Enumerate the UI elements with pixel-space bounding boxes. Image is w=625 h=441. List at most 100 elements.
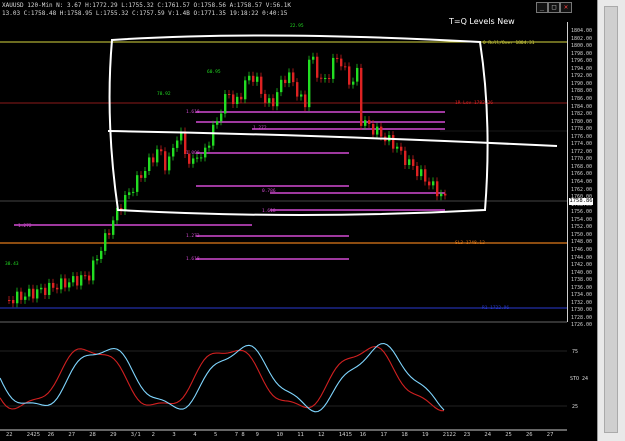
price-tick-label: 1772.00: [571, 148, 593, 155]
candle-body: [60, 278, 63, 290]
time-tick-label: 24: [484, 432, 492, 438]
candle-body: [256, 76, 259, 82]
price-tick-label: 1740.00: [571, 269, 593, 276]
price-tick-label: 1764.00: [571, 179, 593, 185]
candle-body: [316, 56, 319, 78]
candle-body: [428, 181, 431, 186]
price-tick-label: 1756.00: [571, 209, 593, 216]
candle-body: [196, 157, 199, 159]
osc-label-sto: STO 24: [570, 376, 589, 382]
time-tick-label: 2425: [26, 432, 41, 438]
price-tick-label: 1736.00: [571, 284, 593, 291]
vertical-scrollbar[interactable]: [604, 6, 618, 433]
horizontal-stroke: [107, 130, 558, 147]
candle-body: [280, 79, 283, 93]
ann-r-level: 1R Lev 1782.26: [455, 101, 493, 106]
price-tick-label: 1776.00: [571, 133, 593, 140]
ann-left-a: 78.92: [157, 92, 171, 97]
candle-body: [84, 275, 87, 277]
candles: [8, 52, 447, 308]
candle-body: [64, 278, 67, 288]
time-tick-label: 27: [546, 432, 554, 438]
candle-body: [56, 287, 59, 290]
ann-small-2: 1.272: [253, 126, 267, 131]
candle-body: [136, 175, 139, 192]
price-tick-label: 1770.00: [571, 156, 593, 163]
time-tick-label: 5: [214, 432, 218, 438]
ann-small-8: 1.618: [186, 257, 200, 262]
candle-body: [292, 72, 295, 83]
price-tick-label: 1748.00: [571, 239, 593, 246]
time-tick-label: 26: [47, 432, 55, 438]
candle-body: [244, 80, 247, 100]
time-tick-label: 10: [276, 432, 284, 438]
candle-body: [368, 120, 371, 124]
candle-body: [412, 159, 415, 166]
candle-body: [220, 113, 223, 122]
candle-body: [80, 275, 83, 286]
candle-body: [204, 147, 207, 158]
candle-body: [32, 288, 35, 299]
candle-body: [232, 94, 235, 104]
price-tick-label: 1738.00: [571, 277, 593, 284]
price-tick-label: 1778.00: [571, 126, 593, 133]
time-tick-label: 3/1: [130, 432, 141, 438]
time-tick-label: 12: [318, 432, 325, 438]
candle-body: [88, 275, 91, 281]
candle-body: [396, 146, 399, 149]
candle-body: [284, 79, 287, 84]
candle-body: [104, 233, 107, 251]
candle-body: [20, 291, 23, 300]
candle-body: [336, 57, 339, 59]
candle-body: [124, 195, 127, 211]
ann-small-1: 1.618: [186, 110, 200, 115]
price-tick-label: 1798.00: [571, 50, 593, 57]
time-tick-label: 19: [422, 432, 429, 438]
candle-body: [344, 66, 347, 68]
candle-body: [28, 288, 31, 297]
price-tick-label: 1792.00: [571, 73, 593, 80]
candle-body: [332, 57, 335, 79]
candle-body: [24, 296, 27, 300]
candle-body: [148, 157, 151, 171]
price-tick-label: 1768.00: [571, 163, 593, 170]
candle-body: [156, 149, 159, 163]
candle-body: [48, 282, 51, 295]
candle-body: [112, 220, 115, 235]
time-tick-label: 16: [359, 432, 367, 438]
candle-body: [224, 94, 227, 114]
time-tick-label: 9: [255, 432, 259, 438]
candle-body: [404, 150, 407, 165]
candle-body: [352, 81, 355, 85]
candle-body: [312, 56, 315, 60]
time-tick-label: 28: [89, 432, 96, 438]
candle-body: [400, 146, 403, 151]
stochastic-panel: [0, 342, 567, 413]
price-tick-label: 1796.00: [571, 58, 593, 65]
candle-body: [324, 78, 327, 80]
candle-body: [96, 258, 99, 261]
candle-body: [444, 193, 447, 196]
price-tick-label: 1780.00: [571, 118, 593, 125]
time-tick-label: 26: [526, 432, 533, 438]
candle-body: [76, 276, 79, 286]
price-tick-label: 1800.00: [571, 43, 593, 50]
price-chart[interactable]: [0, 0, 597, 441]
candle-body: [36, 289, 39, 299]
ann-sl-level: SL3 1748.12: [455, 241, 485, 246]
price-tick-label: 1782.00: [571, 111, 593, 118]
candle-body: [348, 66, 351, 85]
price-tick-label: 1746.00: [571, 246, 593, 253]
candle-body: [12, 300, 15, 304]
time-tick-label: 11: [297, 432, 304, 438]
candle-body: [408, 159, 411, 165]
candle-body: [164, 151, 167, 171]
price-tick-label: 1752.00: [571, 224, 593, 231]
time-tick-label: 25: [505, 432, 512, 438]
price-tick-label: 1728.00: [571, 314, 593, 321]
price-tick-label: 1802.00: [571, 35, 593, 42]
candle-body: [68, 282, 71, 288]
candle-body: [296, 82, 299, 97]
candle-body: [356, 67, 359, 82]
price-tick-label: 1742.00: [571, 262, 593, 269]
